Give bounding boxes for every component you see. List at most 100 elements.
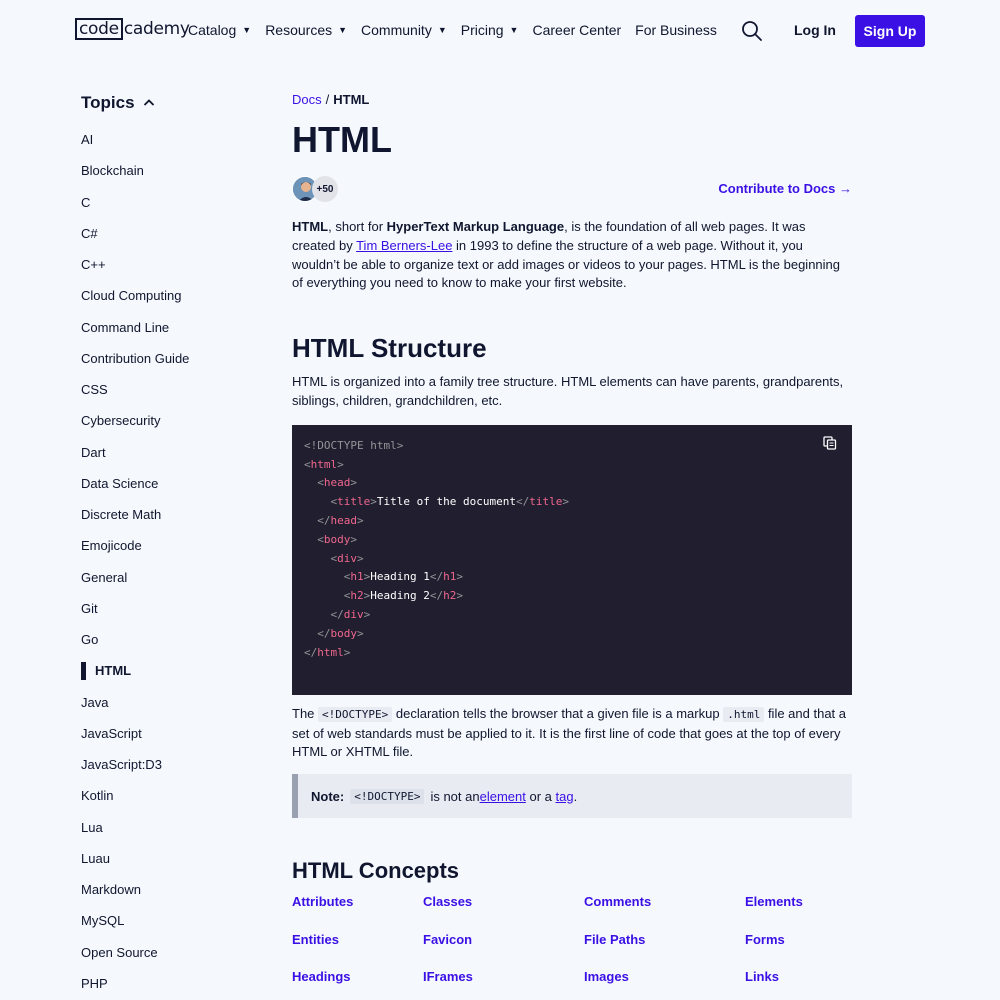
code-token: </ — [515, 495, 530, 509]
breadcrumb-docs-link[interactable]: Docs — [292, 92, 322, 107]
sidebar-item-css[interactable]: CSS — [81, 374, 261, 405]
sidebar-item-html[interactable]: HTML — [81, 655, 261, 686]
nav-item-label: For Business — [635, 22, 717, 38]
nav-item-pricing[interactable]: Pricing ▼ — [461, 20, 519, 40]
sidebar-item-java[interactable]: Java — [81, 687, 261, 718]
search-icon[interactable] — [741, 20, 763, 42]
code-token: html — [317, 645, 344, 659]
sidebar-item-blockchain[interactable]: Blockchain — [81, 155, 261, 186]
contribute-to-docs-link[interactable]: Contribute to Docs → — [718, 181, 852, 196]
concept-link-forms[interactable]: Forms — [745, 932, 785, 947]
element-link[interactable]: element — [480, 789, 526, 804]
sidebar-item-command-line[interactable]: Command Line — [81, 312, 261, 343]
code-line: </div> — [304, 607, 371, 621]
tag-link[interactable]: tag — [555, 789, 573, 804]
concept-link-iframes[interactable]: IFrames — [423, 969, 473, 984]
code-token: > — [357, 626, 364, 640]
code-token: !DOCTYPE html — [310, 438, 397, 452]
concept-link-images[interactable]: Images — [584, 969, 629, 984]
nav-item-label: Career Center — [532, 22, 622, 38]
topic-list: AI Blockchain C C# C++ Cloud Computing Command… — [81, 124, 261, 999]
contributors-more-badge[interactable]: +50 — [312, 176, 338, 202]
sidebar-item-discrete-math[interactable]: Discrete Math — [81, 499, 261, 530]
code-token: h2 — [443, 589, 457, 603]
sidebar-item-markdown[interactable]: Markdown — [81, 874, 261, 905]
concept-link-elements[interactable]: Elements — [745, 894, 803, 909]
sidebar-item-luau[interactable]: Luau — [81, 843, 261, 874]
topics-toggle[interactable]: Topics — [81, 90, 261, 116]
note-inline-code: <!DOCTYPE> — [350, 788, 425, 804]
code-token: < — [317, 532, 324, 546]
site-header: code cademy Catalog ▼ Resources ▼ Community ▼ P… — [0, 0, 1000, 62]
nav-item-label: Catalog — [188, 22, 237, 38]
nav-item-resources[interactable]: Resources ▼ — [265, 20, 347, 40]
code-token: title — [529, 495, 563, 509]
sidebar-item-emojicode[interactable]: Emojicode — [81, 530, 261, 561]
nav-item-catalog[interactable]: Catalog ▼ — [188, 20, 251, 40]
concept-link-file-paths[interactable]: File Paths — [584, 932, 645, 947]
sidebar-item-c[interactable]: C++ — [81, 249, 261, 280]
concept-link-attributes[interactable]: Attributes — [292, 894, 353, 909]
code-token: > — [337, 457, 344, 471]
code-token: </ — [330, 607, 344, 621]
code-line: </html> — [304, 646, 350, 659]
concept-link-headings[interactable]: Headings — [292, 969, 351, 984]
sidebar-item-mysql[interactable]: MySQL — [81, 905, 261, 936]
code-block: <!DOCTYPE html> <html> <head> <title>Tit… — [292, 424, 852, 695]
nav-item-career-center[interactable]: Career Center — [532, 20, 621, 40]
sidebar-item-ai[interactable]: AI — [81, 124, 261, 155]
sidebar-item-go[interactable]: Go — [81, 624, 261, 655]
code-token: </ — [429, 589, 444, 603]
topics-sidebar: Topics AI Blockchain C C# C++ Cloud Computing… — [81, 90, 261, 999]
chevron-up-icon — [143, 99, 154, 106]
login-link[interactable]: Log In — [794, 22, 836, 38]
code-token: </ — [317, 626, 331, 640]
sidebar-item-php[interactable]: PHP — [81, 968, 261, 999]
copy-icon[interactable] — [823, 436, 837, 450]
code-token: < — [317, 476, 324, 490]
concept-link-entities[interactable]: Entities — [292, 932, 339, 947]
sidebar-item-git[interactable]: Git — [81, 593, 261, 624]
code-token: Title of the document — [376, 495, 516, 509]
concept-link-comments[interactable]: Comments — [584, 894, 651, 909]
main-nav: Catalog ▼ Resources ▼ Community ▼ Pricing ▼ Care… — [188, 20, 731, 40]
sidebar-item-cloud-computing[interactable]: Cloud Computing — [81, 280, 261, 311]
code-token: > — [370, 495, 377, 509]
doctype-text-1: The — [292, 705, 319, 721]
structure-paragraph: HTML is organized into a family tree str… — [292, 374, 844, 408]
tim-berners-lee-link[interactable]: Tim Berners-Lee — [356, 238, 452, 253]
nav-item-label: Resources — [265, 22, 333, 38]
sidebar-item-javascript[interactable]: JavaScript — [81, 718, 261, 749]
note-text-2: or a — [525, 788, 556, 804]
code-token: body — [330, 626, 358, 640]
nav-item-community[interactable]: Community ▼ — [361, 20, 447, 40]
sidebar-item-lua[interactable]: Lua — [81, 812, 261, 843]
code-token: > — [456, 570, 463, 584]
sidebar-item-c[interactable]: C# — [81, 218, 261, 249]
code-token: < — [304, 438, 311, 452]
sidebar-item-javascript-d3[interactable]: JavaScript:D3 — [81, 749, 261, 780]
sidebar-item-c[interactable]: C — [81, 187, 261, 218]
code-token: > — [363, 607, 371, 621]
intro-paragraph: HTML, short for HyperText Markup Languag… — [292, 218, 852, 293]
code-token: > — [562, 495, 569, 509]
sidebar-item-dart[interactable]: Dart — [81, 437, 261, 468]
codecademy-logo[interactable]: code cademy — [75, 18, 190, 40]
concept-link-links[interactable]: Links — [745, 969, 779, 984]
sidebar-item-open-source[interactable]: Open Source — [81, 937, 261, 968]
intro-bold-html: HTML — [292, 219, 329, 234]
sidebar-item-general[interactable]: General — [81, 562, 261, 593]
code-line: <html> — [304, 458, 344, 471]
sidebar-item-kotlin[interactable]: Kotlin — [81, 780, 261, 811]
concept-link-favicon[interactable]: Favicon — [423, 932, 472, 947]
code-line: <h1>Heading 1</h1> — [304, 570, 463, 583]
sidebar-item-cybersecurity[interactable]: Cybersecurity — [81, 405, 261, 436]
signup-button[interactable]: Sign Up — [855, 15, 925, 47]
note-label: Note: — [311, 788, 345, 804]
sidebar-item-data-science[interactable]: Data Science — [81, 468, 261, 499]
concept-link-classes[interactable]: Classes — [423, 894, 472, 909]
code-token: </ — [429, 570, 444, 584]
nav-item-for-business[interactable]: For Business — [635, 20, 717, 40]
caret-down-icon: ▼ — [509, 25, 519, 35]
sidebar-item-contribution-guide[interactable]: Contribution Guide — [81, 343, 261, 374]
